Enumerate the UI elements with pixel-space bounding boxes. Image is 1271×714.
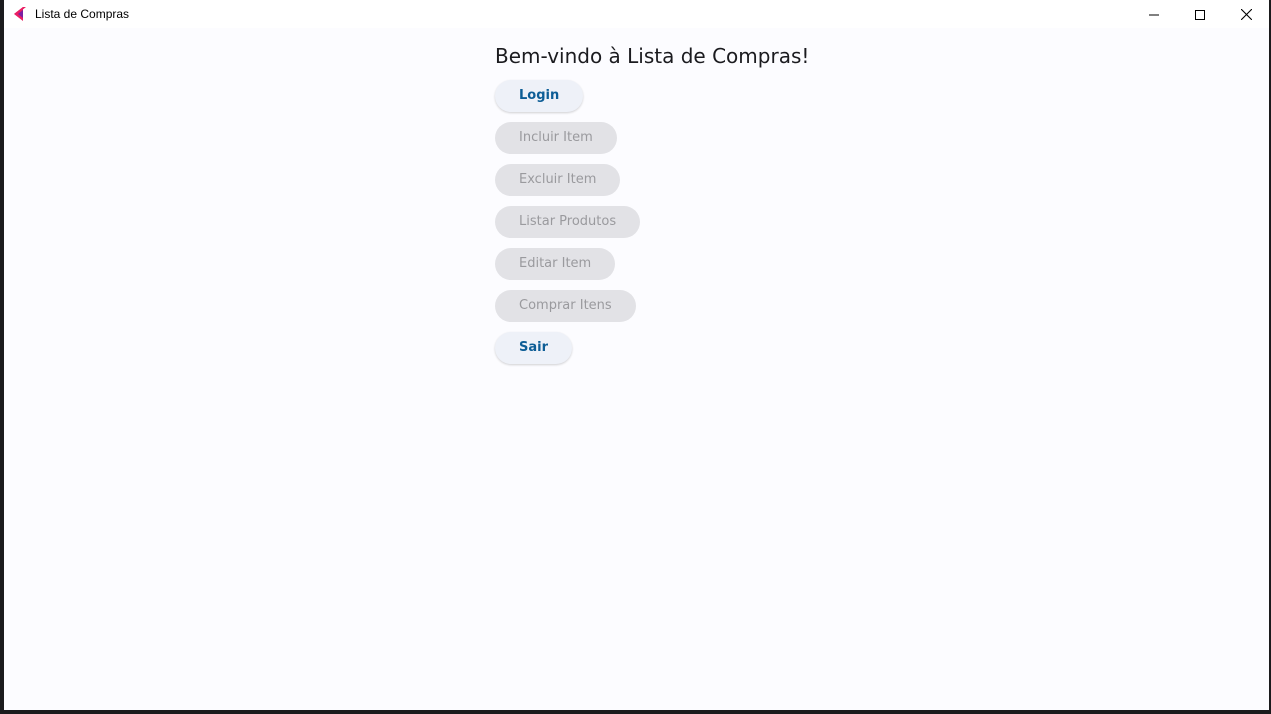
- close-icon: [1240, 5, 1252, 24]
- minimize-icon: [1149, 5, 1159, 24]
- app-window: Lista de Compras Bem-vindo à Lista de Co…: [4, 0, 1269, 710]
- maximize-icon: [1195, 5, 1205, 24]
- maximize-button[interactable]: [1177, 0, 1223, 28]
- incluir-item-button: Incluir Item: [495, 122, 617, 154]
- minimize-button[interactable]: [1131, 0, 1177, 28]
- listar-produtos-button: Listar Produtos: [495, 206, 641, 238]
- window-controls: [1131, 0, 1269, 28]
- excluir-item-button: Excluir Item: [495, 164, 621, 196]
- close-button[interactable]: [1223, 0, 1269, 28]
- button-row-sair: Sair: [495, 332, 809, 374]
- button-row-editar: Editar Item: [495, 248, 809, 290]
- desktop-bottom-edge: [0, 710, 1271, 714]
- title-bar[interactable]: Lista de Compras: [4, 0, 1269, 28]
- button-row-listar: Listar Produtos: [495, 206, 809, 248]
- flutter-logo-icon: [13, 6, 27, 22]
- button-row-excluir: Excluir Item: [495, 164, 809, 206]
- main-content: Bem-vindo à Lista de Compras! Login Incl…: [495, 42, 809, 374]
- window-title: Lista de Compras: [35, 7, 130, 21]
- button-row-login: Login: [495, 80, 809, 122]
- button-row-comprar: Comprar Itens: [495, 290, 809, 332]
- button-row-incluir: Incluir Item: [495, 122, 809, 164]
- editar-item-button: Editar Item: [495, 248, 616, 280]
- welcome-heading: Bem-vindo à Lista de Compras!: [495, 44, 810, 68]
- comprar-itens-button: Comprar Itens: [495, 290, 636, 322]
- sair-button[interactable]: Sair: [495, 332, 573, 364]
- login-button[interactable]: Login: [495, 80, 584, 112]
